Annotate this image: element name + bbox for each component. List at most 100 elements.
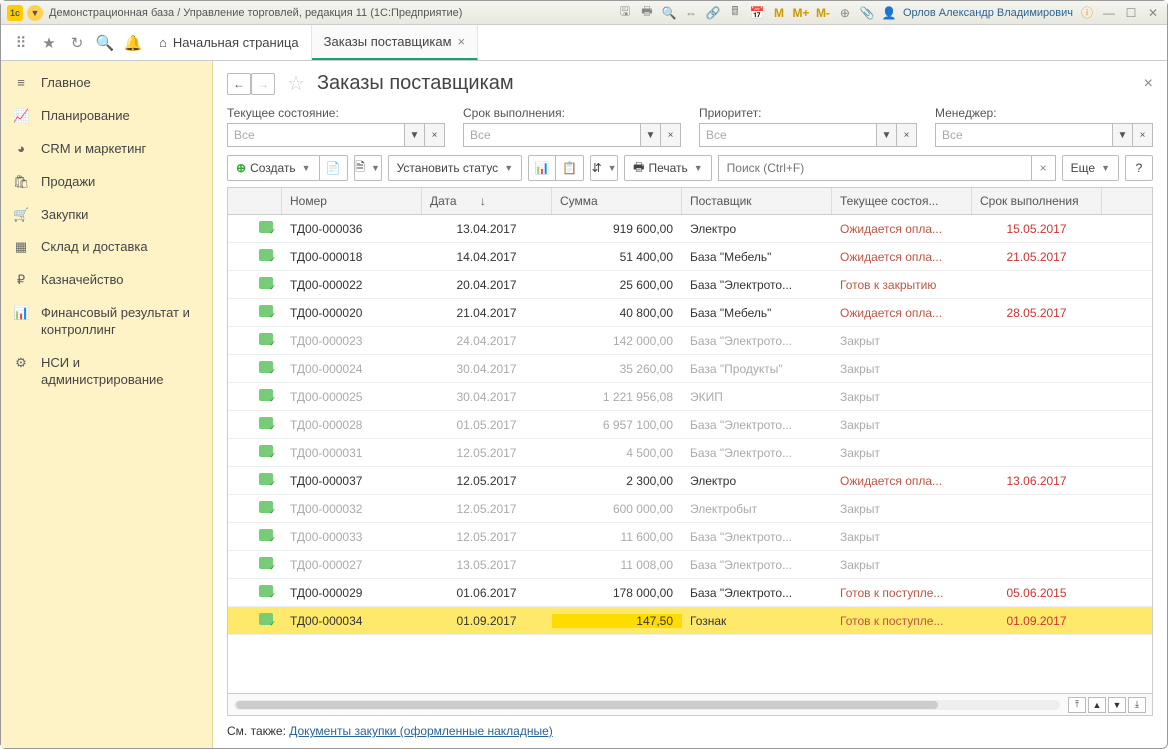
memory-plus-icon[interactable]: M+ [793, 5, 809, 21]
search-input[interactable] [718, 155, 1032, 181]
filter-state-dropdown-icon[interactable]: ▼ [405, 123, 425, 147]
create-button[interactable]: ⊕ Создать ▼ [227, 155, 320, 181]
calendar-icon[interactable]: 📅 [749, 5, 765, 21]
table-row[interactable]: ТД00-00002530.04.20171 221 956,08ЭКИПЗак… [228, 383, 1152, 411]
calc-icon[interactable]: 🖩 [727, 5, 743, 21]
table-row[interactable]: ТД00-00002801.05.20176 957 100,00База "Э… [228, 411, 1152, 439]
filter-due-input[interactable] [463, 123, 641, 147]
cell-supplier: Электро [682, 222, 832, 236]
report-button[interactable]: 📊 [528, 155, 556, 181]
col-icon[interactable] [228, 188, 282, 214]
close-tab-icon[interactable]: × [458, 34, 466, 49]
sidebar-item[interactable]: 🛒Закупки [1, 199, 212, 232]
search-clear-icon[interactable]: × [1032, 155, 1056, 181]
maximize-icon[interactable]: ☐ [1123, 5, 1139, 21]
horizontal-scrollbar[interactable] [234, 700, 1060, 710]
related-button[interactable]: 🗎▼ [354, 155, 382, 181]
zoom-icon[interactable]: ⊕ [837, 5, 853, 21]
filter-manager-clear-icon[interactable]: × [1133, 123, 1153, 147]
table-row[interactable]: ТД00-00003401.09.2017147,50ГознакГотов к… [228, 607, 1152, 635]
app-menu-icon[interactable]: ▼ [27, 5, 43, 21]
sidebar-item-icon: 🛍 [13, 174, 29, 190]
tab-home[interactable]: ⌂ Начальная страница [147, 25, 312, 60]
sidebar-item[interactable]: 📈Планирование [1, 100, 212, 133]
cell-due: 15.05.2017 [972, 222, 1102, 236]
edi-button[interactable]: ⇵▼ [590, 155, 618, 181]
more-button[interactable]: Еще ▼ [1062, 155, 1119, 181]
filter-state-input[interactable] [227, 123, 405, 147]
print-button[interactable]: 🖶 Печать ▼ [624, 155, 712, 181]
favorites-icon[interactable]: ★ [35, 25, 63, 60]
nav-back-button[interactable]: ← [227, 73, 251, 95]
table-row[interactable]: ТД00-00002021.04.201740 800,00База "Мебе… [228, 299, 1152, 327]
search-toolbar-icon[interactable]: 🔍 [91, 25, 119, 60]
filter-manager-dropdown-icon[interactable]: ▼ [1113, 123, 1133, 147]
filter-state-clear-icon[interactable]: × [425, 123, 445, 147]
col-supplier[interactable]: Поставщик [682, 188, 832, 214]
close-window-icon[interactable]: ✕ [1145, 5, 1161, 21]
movement-button[interactable]: 📋 [556, 155, 584, 181]
table-row[interactable]: ТД00-00002220.04.201725 600,00База "Элек… [228, 271, 1152, 299]
scroll-up-icon[interactable]: ▲ [1088, 697, 1106, 713]
scroll-bottom-icon[interactable]: ⤓ [1128, 697, 1146, 713]
cell-number: ТД00-000037 [282, 474, 422, 488]
table-row[interactable]: ТД00-00003112.05.20174 500,00База "Элект… [228, 439, 1152, 467]
favorite-star-icon[interactable]: ☆ [287, 71, 305, 96]
memory-icon[interactable]: M [771, 5, 787, 21]
current-user[interactable]: Орлов Александр Владимирович [903, 7, 1073, 19]
col-number[interactable]: Номер [282, 188, 422, 214]
cell-supplier: База "Электрото... [682, 558, 832, 572]
col-date[interactable]: Дата ↓ [422, 188, 552, 214]
preview-icon[interactable]: 🔍 [661, 5, 677, 21]
help-button[interactable]: ? [1125, 155, 1153, 181]
sidebar-item[interactable]: 🛍Продажи [1, 166, 212, 199]
filter-priority-dropdown-icon[interactable]: ▼ [877, 123, 897, 147]
related-docs-link[interactable]: Документы закупки (оформленные накладные… [289, 724, 553, 738]
tab-orders[interactable]: Заказы поставщикам × [312, 25, 478, 60]
save-icon[interactable]: 🖫 [617, 5, 633, 21]
minimize-icon[interactable]: — [1101, 5, 1117, 21]
compare-icon[interactable]: ⇔ [683, 5, 699, 21]
nav-forward-button[interactable]: → [251, 73, 275, 95]
info-icon[interactable]: ⓘ [1079, 5, 1095, 21]
grid-body[interactable]: ТД00-00003613.04.2017919 600,00ЭлектроОж… [228, 215, 1152, 693]
table-row[interactable]: ТД00-00003613.04.2017919 600,00ЭлектроОж… [228, 215, 1152, 243]
sidebar-item[interactable]: ▦Склад и доставка [1, 231, 212, 264]
scroll-top-icon[interactable]: ⤒ [1068, 697, 1086, 713]
col-sum[interactable]: Сумма [552, 188, 682, 214]
attachment-icon[interactable]: 📎 [859, 5, 875, 21]
table-row[interactable]: ТД00-00003712.05.20172 300,00ЭлектроОжид… [228, 467, 1152, 495]
filter-due-dropdown-icon[interactable]: ▼ [641, 123, 661, 147]
print-icon[interactable]: 🖶 [639, 5, 655, 21]
sidebar-item[interactable]: ⚙НСИ и администрирование [1, 347, 212, 397]
filter-priority-clear-icon[interactable]: × [897, 123, 917, 147]
copy-button[interactable]: 📄 [320, 155, 348, 181]
table-row[interactable]: ТД00-00003312.05.201711 600,00База "Элек… [228, 523, 1152, 551]
apps-icon[interactable]: ⠿ [7, 25, 35, 60]
filter-priority-input[interactable] [699, 123, 877, 147]
history-icon[interactable]: ↻ [63, 25, 91, 60]
memory-minus-icon[interactable]: M- [815, 5, 831, 21]
link-icon[interactable]: 🔗 [705, 5, 721, 21]
close-page-icon[interactable]: × [1144, 75, 1153, 93]
scroll-down-icon[interactable]: ▼ [1108, 697, 1126, 713]
cell-state: Ожидается опла... [832, 222, 972, 236]
col-due[interactable]: Срок выполнения [972, 188, 1102, 214]
col-state[interactable]: Текущее состоя... [832, 188, 972, 214]
sidebar-item[interactable]: ₽Казначейство [1, 264, 212, 297]
table-row[interactable]: ТД00-00002324.04.2017142 000,00База "Эле… [228, 327, 1152, 355]
table-row[interactable]: ТД00-00002430.04.201735 260,00База "Прод… [228, 355, 1152, 383]
table-row[interactable]: ТД00-00003212.05.2017600 000,00Электробы… [228, 495, 1152, 523]
table-row[interactable]: ТД00-00002713.05.201711 008,00База "Элек… [228, 551, 1152, 579]
sidebar-item[interactable]: 📊Финансовый результат и контроллинг [1, 297, 212, 347]
sidebar-item[interactable]: ≡Главное [1, 67, 212, 100]
cell-sum: 2 300,00 [552, 474, 682, 488]
set-status-button[interactable]: Установить статус ▼ [388, 155, 523, 181]
filter-manager-input[interactable] [935, 123, 1113, 147]
filter-due-clear-icon[interactable]: × [661, 123, 681, 147]
sidebar-item[interactable]: ◕CRM и маркетинг [1, 133, 212, 166]
table-row[interactable]: ТД00-00001814.04.201751 400,00База "Мебе… [228, 243, 1152, 271]
notifications-icon[interactable]: 🔔 [119, 25, 147, 60]
cell-sum: 1 221 956,08 [552, 390, 682, 404]
table-row[interactable]: ТД00-00002901.06.2017178 000,00База "Эле… [228, 579, 1152, 607]
